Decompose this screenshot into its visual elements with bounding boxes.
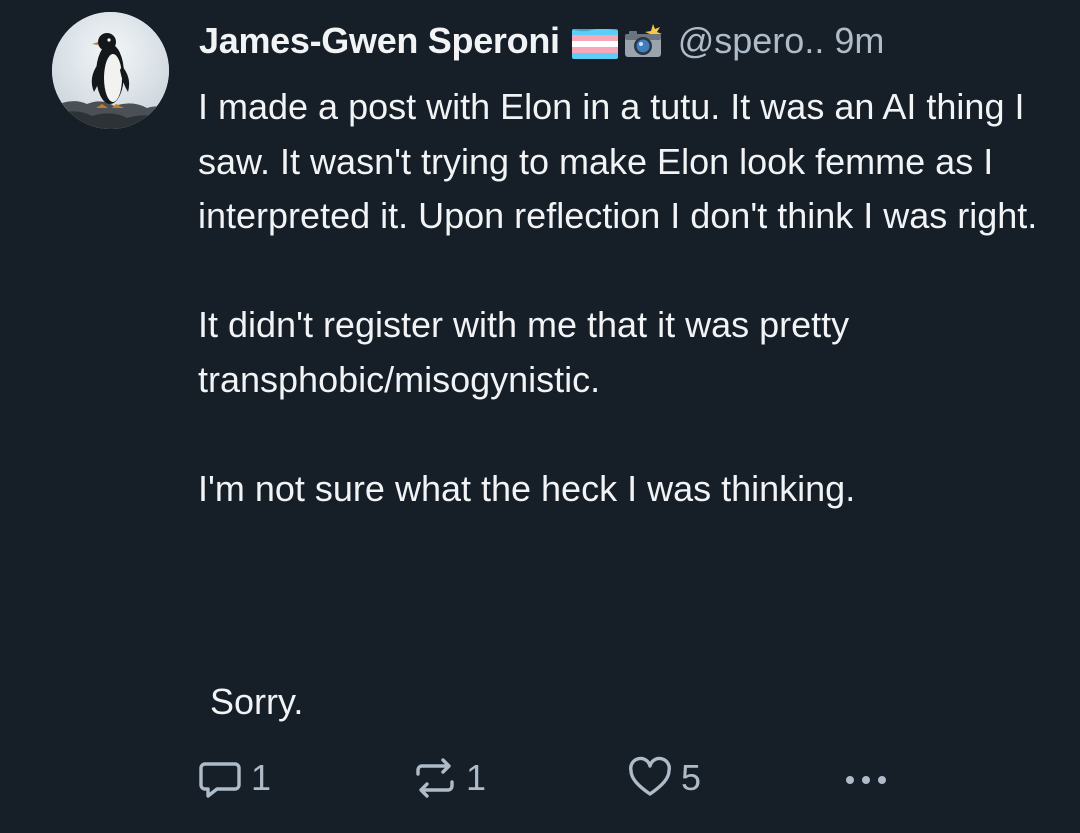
more-options-button[interactable]	[842, 750, 890, 806]
reply-count: 1	[251, 757, 272, 798]
reply-button[interactable]: 1	[197, 750, 271, 806]
heart-icon	[629, 756, 671, 796]
post-actions: 1 1 5	[197, 750, 897, 806]
transgender-flag-icon	[571, 26, 618, 59]
repost-icon	[416, 758, 454, 798]
reply-icon	[199, 762, 241, 798]
post-paragraph: I made a post with Elon in a tutu. It wa…	[198, 86, 1038, 236]
author-handle[interactable]: @spero..	[678, 20, 825, 62]
post-body: I made a post with Elon in a tutu. It wa…	[198, 80, 1058, 516]
author-display-name[interactable]: James-Gwen Speroni	[199, 20, 560, 62]
repost-button[interactable]: 1	[412, 750, 486, 806]
more-horizontal-icon	[846, 776, 886, 784]
post-timestamp[interactable]: 9m	[834, 20, 884, 62]
post-paragraph: I'm not sure what the heck I was thinkin…	[198, 467, 856, 509]
post-paragraph: Sorry.	[210, 681, 304, 722]
repost-count: 1	[466, 757, 487, 798]
avatar[interactable]	[52, 12, 169, 129]
penguin-avatar-icon	[52, 12, 169, 129]
like-button[interactable]: 5	[627, 750, 701, 806]
post[interactable]: James-Gwen Speroni @spero.. 9m I made a …	[0, 0, 1080, 833]
like-count: 5	[681, 757, 702, 798]
post-paragraph: It didn't register with me that it was p…	[198, 304, 860, 400]
camera-flash-icon	[622, 23, 666, 59]
post-header: James-Gwen Speroni @spero.. 9m	[199, 14, 884, 68]
